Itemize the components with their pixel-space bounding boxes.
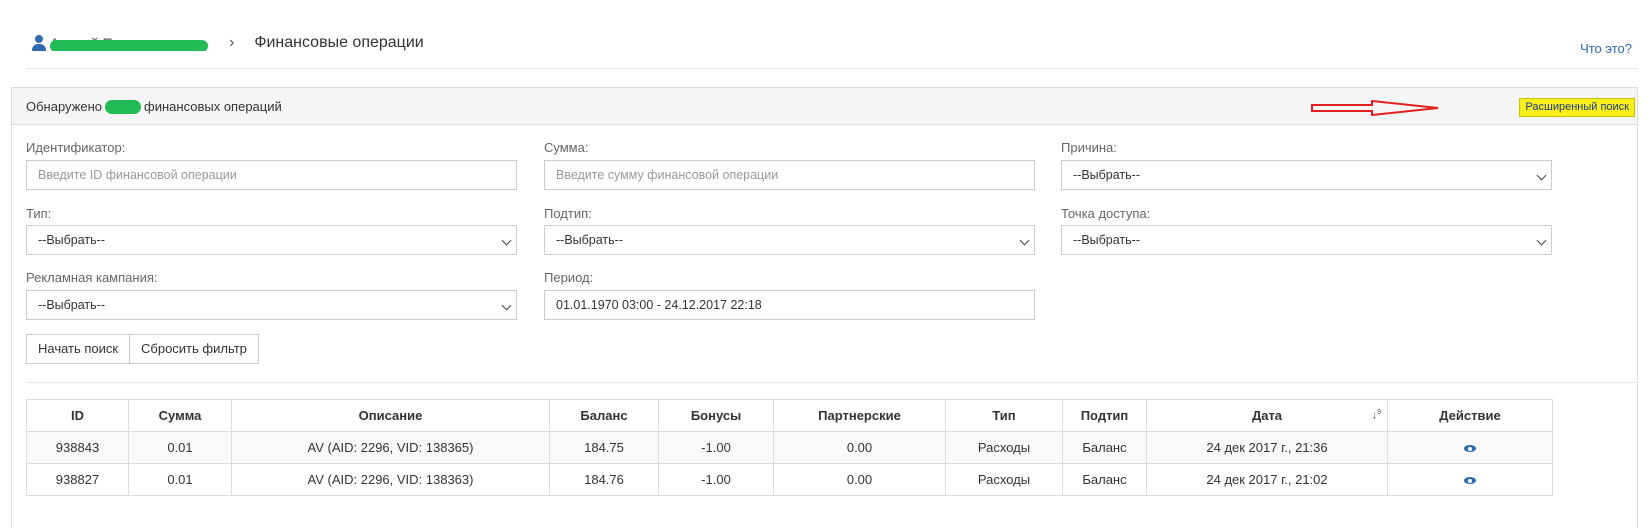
cell-description: AV (AID: 2296, VID: 138363) bbox=[231, 463, 550, 496]
column-header[interactable]: Описание bbox=[231, 399, 550, 432]
cell-id: 938827 bbox=[26, 463, 129, 496]
search-button[interactable]: Начать поиск bbox=[26, 334, 131, 364]
column-header[interactable]: Партнерские bbox=[773, 399, 946, 432]
cell-bonus: -1.00 bbox=[658, 463, 774, 496]
found-prefix: Обнаружено bbox=[26, 99, 103, 114]
id-placeholder: Введите ID финансовой операции bbox=[38, 168, 237, 182]
found-summary: Обнаружено 12 финансовых операций bbox=[26, 99, 282, 114]
reset-filter-button[interactable]: Сбросить фильтр bbox=[129, 334, 259, 364]
access-point-select[interactable]: --Выбрать-- bbox=[1061, 225, 1552, 255]
view-icon[interactable] bbox=[1464, 477, 1476, 484]
cell-action bbox=[1387, 431, 1553, 464]
subtype-value: --Выбрать-- bbox=[556, 233, 623, 247]
reason-label: Причина: bbox=[1061, 140, 1117, 155]
cell-subtype: Баланс bbox=[1062, 431, 1147, 464]
id-input[interactable]: Введите ID финансовой операции bbox=[26, 160, 517, 190]
chevron-down-icon bbox=[1536, 235, 1547, 246]
period-label: Период: bbox=[544, 270, 594, 285]
campaign-select[interactable]: --Выбрать-- bbox=[26, 290, 517, 320]
annotation-arrow-icon bbox=[1311, 100, 1439, 116]
chevron-down-icon bbox=[1019, 235, 1030, 246]
divider bbox=[26, 382, 1638, 383]
cell-sum: 0.01 bbox=[128, 463, 232, 496]
subtype-label: Подтип: bbox=[544, 206, 592, 221]
cell-action bbox=[1387, 463, 1553, 496]
period-input[interactable]: 01.01.1970 03:00 - 24.12.2017 22:18 bbox=[544, 290, 1035, 320]
type-label: Тип: bbox=[26, 206, 52, 221]
campaign-value: --Выбрать-- bbox=[38, 298, 105, 312]
chevron-down-icon bbox=[501, 300, 512, 311]
page-title: Финансовые операции bbox=[254, 34, 424, 51]
column-header[interactable]: Баланс bbox=[549, 399, 659, 432]
cell-id: 938843 bbox=[26, 431, 129, 464]
cell-partner: 0.00 bbox=[773, 431, 946, 464]
campaign-label: Рекламная кампания: bbox=[26, 270, 158, 285]
operations-table: ID Сумма Описание Баланс Бонусы Партнерс… bbox=[26, 399, 1553, 496]
reason-value: --Выбрать-- bbox=[1073, 168, 1140, 182]
column-header-label: Дата bbox=[1251, 408, 1283, 423]
found-suffix: финансовых операций bbox=[144, 99, 282, 114]
cell-balance: 184.75 bbox=[549, 431, 659, 464]
access-point-label: Точка доступа: bbox=[1061, 206, 1151, 221]
breadcrumb: Андрей Павлов › Финансовые операции bbox=[32, 33, 424, 53]
cell-date: 24 дек 2017 г., 21:02 bbox=[1146, 463, 1388, 496]
chevron-down-icon bbox=[1536, 170, 1547, 181]
help-link[interactable]: Что это? bbox=[1580, 41, 1632, 56]
cell-type: Расходы bbox=[945, 463, 1063, 496]
divider bbox=[26, 68, 1638, 69]
column-header[interactable]: Подтип bbox=[1062, 399, 1147, 432]
type-select[interactable]: --Выбрать-- bbox=[26, 225, 517, 255]
subtype-select[interactable]: --Выбрать-- bbox=[544, 225, 1035, 255]
cell-bonus: -1.00 bbox=[658, 431, 774, 464]
type-value: --Выбрать-- bbox=[38, 233, 105, 247]
chevron-down-icon bbox=[501, 235, 512, 246]
advanced-search-button[interactable]: Расширенный поиск bbox=[1519, 98, 1635, 117]
access-point-value: --Выбрать-- bbox=[1073, 233, 1140, 247]
column-header: Действие bbox=[1387, 399, 1553, 432]
sum-input[interactable]: Введите сумму финансовой операции bbox=[544, 160, 1035, 190]
redaction-mark bbox=[50, 40, 208, 51]
found-count: 12 bbox=[105, 99, 142, 114]
cell-sum: 0.01 bbox=[128, 431, 232, 464]
cell-subtype: Баланс bbox=[1062, 463, 1147, 496]
table-row: 938827 0.01 AV (AID: 2296, VID: 138363) … bbox=[26, 463, 1553, 496]
table-header-row: ID Сумма Описание Баланс Бонусы Партнерс… bbox=[26, 399, 1553, 432]
cell-balance: 184.76 bbox=[549, 463, 659, 496]
sum-label: Сумма: bbox=[544, 140, 589, 155]
column-header-date[interactable]: Дата ↓9 bbox=[1146, 399, 1388, 432]
panel-header: Обнаружено 12 финансовых операций Расшир… bbox=[12, 88, 1637, 125]
cell-partner: 0.00 bbox=[773, 463, 946, 496]
user-icon bbox=[32, 35, 46, 51]
sum-placeholder: Введите сумму финансовой операции bbox=[556, 168, 779, 182]
breadcrumb-separator-icon: › bbox=[229, 34, 235, 51]
breadcrumb-user[interactable]: Андрей Павлов bbox=[50, 35, 208, 51]
reason-select[interactable]: --Выбрать-- bbox=[1061, 160, 1552, 190]
column-header[interactable]: Бонусы bbox=[658, 399, 774, 432]
period-value: 01.01.1970 03:00 - 24.12.2017 22:18 bbox=[556, 298, 762, 312]
column-header[interactable]: ID bbox=[26, 399, 129, 432]
cell-type: Расходы bbox=[945, 431, 1063, 464]
view-icon[interactable] bbox=[1464, 445, 1476, 452]
table-row: 938843 0.01 AV (AID: 2296, VID: 138365) … bbox=[26, 431, 1553, 464]
id-label: Идентификатор: bbox=[26, 140, 126, 155]
cell-date: 24 дек 2017 г., 21:36 bbox=[1146, 431, 1388, 464]
column-header[interactable]: Тип bbox=[945, 399, 1063, 432]
cell-description: AV (AID: 2296, VID: 138365) bbox=[231, 431, 550, 464]
column-header[interactable]: Сумма bbox=[128, 399, 232, 432]
sort-numeric-icon[interactable]: ↓9 bbox=[1372, 409, 1381, 422]
